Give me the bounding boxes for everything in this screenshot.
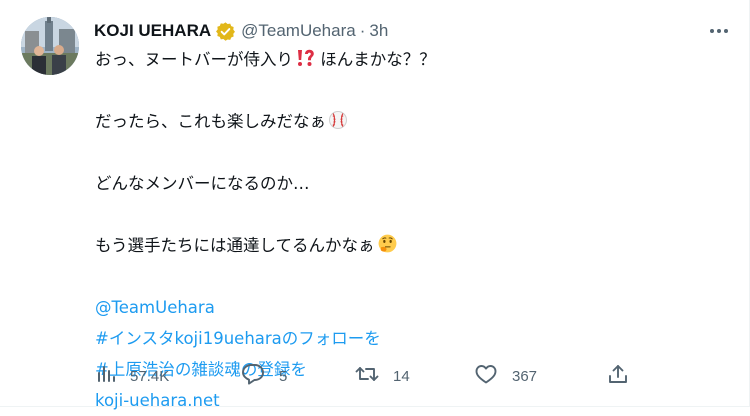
share-button[interactable]: [607, 362, 629, 390]
views-count: 57.4K: [130, 367, 170, 385]
tweet-line-3-text: どんなメンバーになるのか…: [95, 174, 310, 193]
avatar[interactable]: [21, 17, 79, 75]
hashtag-line-1: #インスタkoji19ueharaのフォローを: [95, 323, 695, 354]
reply-count: 5: [279, 367, 288, 385]
retweet-icon: [355, 363, 379, 389]
more-icon[interactable]: [704, 18, 734, 44]
verified-badge-icon: [215, 21, 236, 42]
separator-dot: ·: [359, 21, 366, 40]
tweet-line-3: どんなメンバーになるのか…: [95, 168, 695, 199]
url-link[interactable]: koji-uehara.net: [95, 391, 220, 410]
baseball-emoji: [328, 109, 348, 140]
tweet-line-4-text: もう選手たちには通達してるんかなぁ: [95, 236, 375, 255]
thinking-face-emoji: [377, 233, 398, 264]
like-count: 367: [512, 367, 538, 385]
timestamp[interactable]: 3h: [369, 21, 388, 41]
tweet-card[interactable]: KOJI UEHARA @TeamUehara · 3h おっ、ヌートバーが侍入…: [0, 0, 750, 410]
tweet-line-1-tail: ほんまかな？？: [315, 50, 436, 69]
hashtag-link-1[interactable]: #インスタkoji19ueharaのフォローを: [95, 329, 381, 348]
retweet-count: 14: [393, 367, 410, 385]
tweet-line-2: だったら、これも楽しみだなぁ: [95, 106, 695, 137]
action-bar: 57.4K 5 14 367: [0, 362, 750, 390]
reply-icon: [241, 363, 265, 389]
tweet-header: KOJI UEHARA @TeamUehara · 3h: [94, 19, 388, 43]
mention-link[interactable]: @TeamUehara: [95, 298, 215, 317]
user-handle[interactable]: @TeamUehara: [241, 21, 356, 41]
like-button[interactable]: 367: [474, 362, 537, 390]
tweet-line-2-text: だったら、これも楽しみだなぁ: [95, 112, 326, 131]
mention-line: @TeamUehara: [95, 292, 695, 323]
like-icon: [474, 363, 498, 389]
display-name[interactable]: KOJI UEHARA: [94, 21, 211, 41]
tweet-line-4: もう選手たちには通達してるんかなぁ: [95, 230, 695, 261]
tweet-line-1: おっ、ヌートバーが侍入り ほんまかな？？: [95, 44, 695, 75]
reply-button[interactable]: 5: [241, 362, 287, 390]
tweet-line-1-text: おっ、ヌートバーが侍入り: [95, 50, 293, 69]
views-icon: [96, 364, 116, 388]
views-button[interactable]: 57.4K: [96, 362, 169, 390]
exclamation-question-emoji: [295, 47, 315, 78]
tweet-text: おっ、ヌートバーが侍入り ほんまかな？？ だったら、これも楽しみだなぁ どんなメ…: [95, 44, 695, 416]
share-icon: [607, 363, 629, 389]
retweet-button[interactable]: 14: [355, 362, 410, 390]
